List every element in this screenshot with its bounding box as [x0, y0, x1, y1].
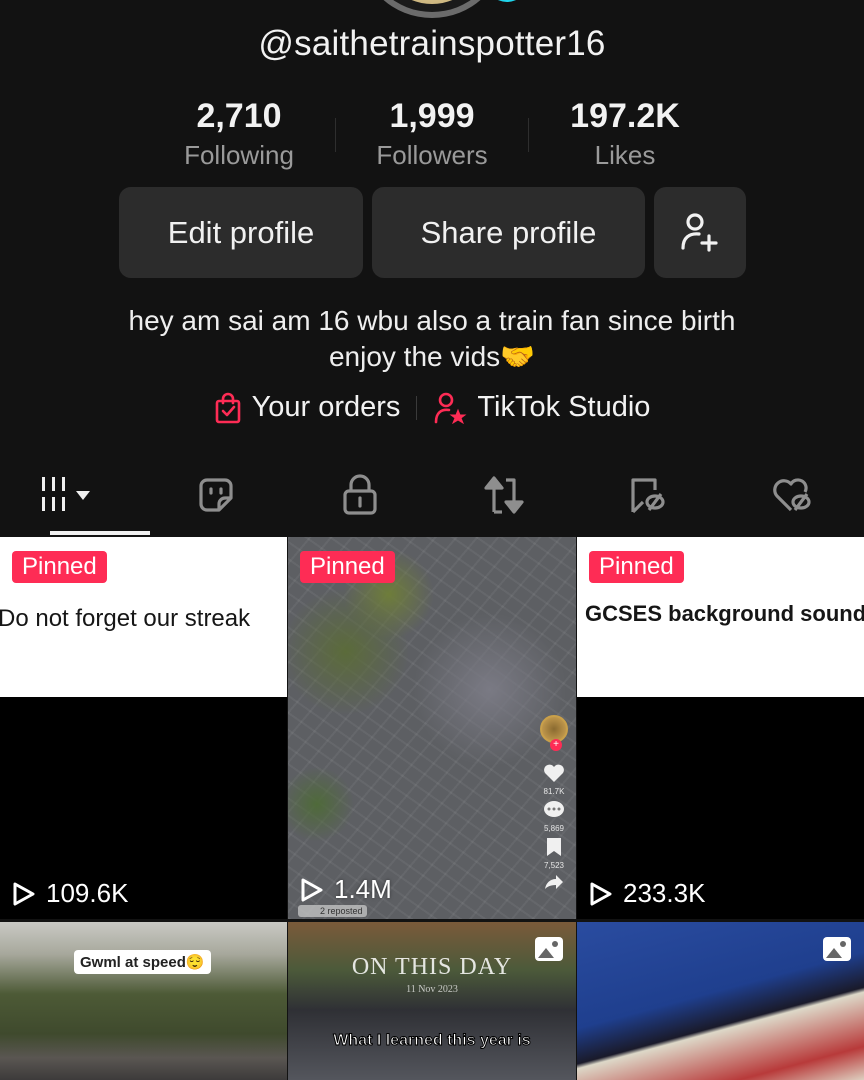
save-count: 7,523: [543, 861, 565, 870]
video-thumbnail[interactable]: Pinned GCSES background sounds 233.3K: [577, 537, 864, 919]
bio: hey am sai am 16 wbu also a train fan si…: [0, 303, 864, 375]
heart-icon: [544, 764, 564, 782]
video-overlay-actions: + 81.7K 5,869 7,523: [540, 715, 568, 890]
stat-label: Followers: [376, 140, 488, 170]
repost-icon: [484, 476, 524, 514]
thumbnail-caption: Gwml at speed😌: [74, 950, 211, 974]
profile-actions: Edit profile Share profile: [119, 187, 746, 278]
bookmark-hidden-icon: [631, 478, 665, 514]
stat-label: Likes: [594, 140, 656, 170]
thumbnail-caption: What I learned this year is: [333, 1032, 531, 1050]
grid-dropdown-icon: [42, 477, 90, 511]
stat-value: 2,710: [196, 97, 282, 135]
stats-row: 2,710 Following 1,999 Followers 197.2K L…: [0, 96, 864, 172]
play-icon: [301, 878, 323, 901]
view-count: 109.6K: [12, 878, 128, 909]
photo-icon: [823, 937, 851, 961]
tab-videos[interactable]: [0, 455, 150, 535]
person-plus-icon: [681, 212, 718, 252]
profile-links: Your orders TikTok Studio: [0, 391, 864, 424]
thumbnail-caption: Do not forget our streak: [0, 605, 251, 632]
bookmark-icon: [547, 838, 561, 856]
like-count: 81.7K: [543, 787, 565, 796]
thumbnail-caption: GCSES background sounds: [585, 601, 864, 626]
view-count: 1.4M: [300, 874, 392, 905]
view-count-value: 109.6K: [46, 878, 129, 908]
view-count-value: 233.3K: [623, 878, 706, 908]
follow-plus-icon: +: [550, 739, 562, 751]
play-icon: [590, 882, 612, 905]
shopping-bag-icon: [215, 392, 240, 423]
lock-icon: [343, 474, 377, 515]
add-friend-button[interactable]: [654, 187, 746, 278]
bio-line: hey am sai am 16 wbu also a train fan si…: [128, 305, 736, 336]
view-count: 233.3K: [589, 878, 705, 909]
creator-star-icon: [435, 392, 467, 424]
edit-profile-button[interactable]: Edit profile: [119, 187, 363, 278]
link-divider: [416, 395, 418, 420]
video-thumbnail[interactable]: Gwml at speed😌: [0, 922, 287, 1080]
sticker-icon: [199, 478, 233, 512]
tab-liked[interactable]: [720, 455, 864, 535]
comment-icon: [544, 801, 564, 817]
stat-value: 1,999: [389, 97, 475, 135]
tab-private[interactable]: [288, 455, 432, 535]
tiktok-studio-label: TikTok Studio: [477, 391, 651, 423]
stat-likes[interactable]: 197.2K Likes: [529, 96, 721, 172]
reposted-chip: 2 reposted: [298, 905, 367, 917]
your-orders-label: Your orders: [251, 391, 401, 423]
comment-count: 5,869: [543, 824, 565, 833]
video-thumbnail[interactable]: Pinned + 81.7K 5,869 7,523 1.4M 2 repost…: [288, 537, 576, 919]
share-arrow-icon: [545, 875, 563, 889]
play-icon: [13, 882, 35, 905]
pinned-badge: Pinned: [300, 551, 395, 583]
avatar-ring: [360, 0, 504, 18]
tab-favorites[interactable]: [576, 455, 720, 535]
username: @saithetrainspotter16: [258, 24, 606, 63]
share-profile-button[interactable]: Share profile: [372, 187, 645, 278]
photo-thumbnail[interactable]: ON THIS DAY 11 Nov 2023 What I learned t…: [288, 922, 576, 1080]
avatar[interactable]: [360, 0, 528, 18]
photo-thumbnail[interactable]: [577, 922, 864, 1080]
stat-followers[interactable]: 1,999 Followers: [336, 96, 528, 172]
avatar-add-badge[interactable]: [486, 0, 528, 2]
tab-stickers[interactable]: [144, 455, 288, 535]
on-this-day-title: ON THIS DAY: [351, 954, 513, 980]
tiktok-studio-link[interactable]: TikTok Studio: [433, 391, 650, 424]
creator-avatar: +: [540, 715, 568, 751]
pinned-badge: Pinned: [12, 551, 107, 583]
heart-hidden-icon: [773, 478, 811, 512]
on-this-day-date: 11 Nov 2023: [406, 984, 458, 995]
bio-line: enjoy the vids🤝: [328, 341, 536, 372]
pinned-badge: Pinned: [589, 551, 684, 583]
photo-icon: [535, 937, 563, 961]
tab-reposts[interactable]: [432, 455, 576, 535]
view-count-value: 1.4M: [334, 874, 392, 904]
stat-label: Following: [184, 140, 294, 170]
video-thumbnail[interactable]: Pinned Do not forget our streak 109.6K: [0, 537, 287, 919]
video-grid: Pinned Do not forget our streak 109.6K P…: [0, 537, 864, 1080]
stat-following[interactable]: 2,710 Following: [143, 96, 335, 172]
your-orders-link[interactable]: Your orders: [214, 391, 401, 424]
stat-value: 197.2K: [570, 97, 680, 135]
avatar-image: [378, 0, 486, 4]
profile-tabs: [0, 455, 864, 535]
